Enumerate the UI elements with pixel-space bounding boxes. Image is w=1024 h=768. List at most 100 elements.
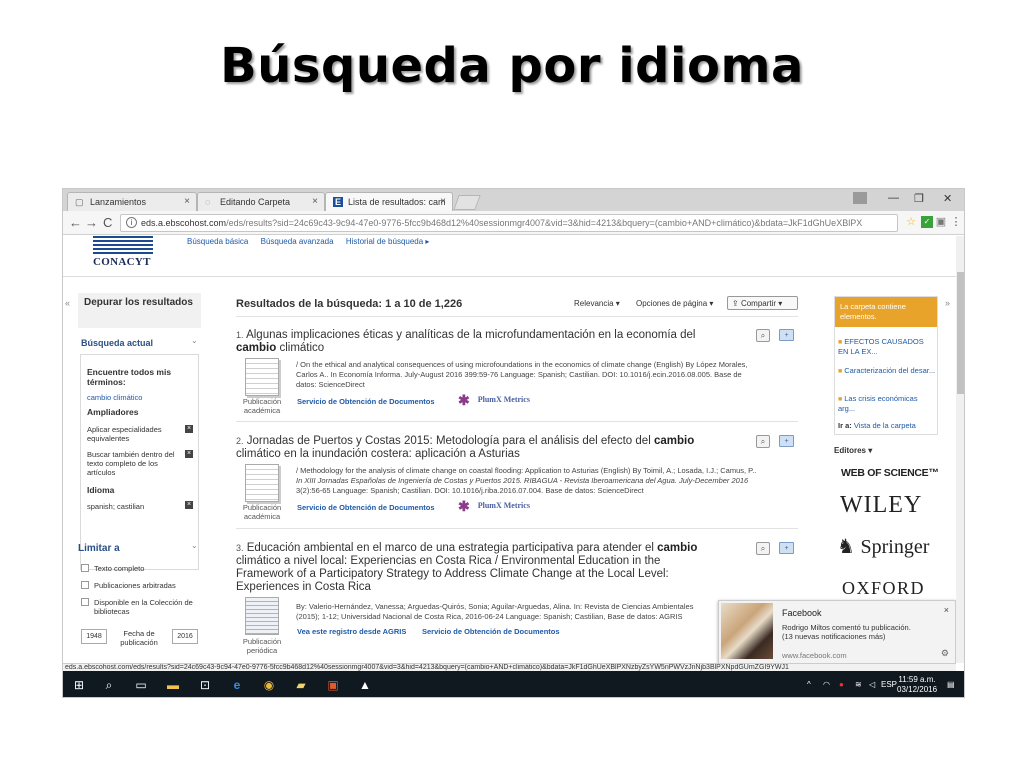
folder-item[interactable]: ■ Las crisis económicas arg...	[838, 394, 936, 413]
store-icon[interactable]: ⊡	[197, 677, 213, 693]
network-icon[interactable]: ◠	[823, 680, 830, 689]
windows-start-icon[interactable]: ⊞	[71, 677, 87, 693]
springer-logo[interactable]: ♞ Springer	[837, 534, 929, 559]
chevron-down-icon[interactable]: ⌄	[191, 336, 198, 345]
maximize-icon[interactable]: ❐	[914, 192, 924, 205]
search-term[interactable]: cambio climático	[87, 393, 142, 402]
document-service-link[interactable]: Servicio de Obtención de Documentos	[297, 397, 435, 406]
collapse-left-icon[interactable]: «	[65, 298, 70, 308]
chrome-icon[interactable]: ◉	[261, 677, 277, 693]
share-icon: ⇪	[732, 299, 741, 308]
document-service-link[interactable]: Servicio de Obtención de Documentos	[422, 627, 560, 636]
chevron-down-icon[interactable]: ⌄	[191, 541, 198, 550]
remove-icon[interactable]: ×	[185, 450, 193, 458]
result-title[interactable]: 1. Algunas implicaciones éticas y analít…	[236, 329, 736, 355]
language-indicator[interactable]: ESP	[881, 680, 897, 689]
wifi-icon[interactable]: ≋	[855, 680, 862, 689]
folder-icon[interactable]: ▰	[293, 677, 309, 693]
photos-icon[interactable]: ▲	[357, 677, 373, 693]
limit-heading[interactable]: Limitar a	[78, 543, 120, 554]
wiley-logo[interactable]: WILEY	[840, 492, 922, 519]
close-icon[interactable]: ×	[184, 196, 190, 207]
notification-line: (13 nuevas notificaciones más)	[782, 632, 886, 641]
current-search-heading[interactable]: Búsqueda actual	[81, 338, 153, 348]
preview-magnifier-icon[interactable]: ⌕	[756, 329, 770, 342]
url-host: eds.a.ebscohost.com	[141, 218, 227, 228]
search-icon[interactable]: ⌕	[101, 677, 117, 693]
add-to-folder-icon[interactable]: +	[779, 435, 794, 447]
preview-magnifier-icon[interactable]: ⌕	[756, 542, 770, 555]
reload-icon[interactable]: C	[103, 215, 112, 230]
task-view-icon[interactable]: ▭	[133, 677, 149, 693]
scrollbar-thumb[interactable]	[957, 272, 964, 394]
url-field[interactable]: i eds.a.ebscohost.com/eds/results?sid=24…	[120, 214, 898, 232]
antivirus-icon[interactable]: ●	[839, 680, 844, 689]
info-icon[interactable]: i	[126, 217, 137, 228]
link-busqueda-basica[interactable]: Búsqueda básica	[187, 237, 248, 246]
folder-item[interactable]: ■ Caracterización del desar...	[838, 366, 936, 376]
remove-icon[interactable]: ×	[185, 501, 193, 509]
gear-icon[interactable]: ⚙	[941, 648, 949, 659]
tab-editando-carpeta[interactable]: ◌ Editando Carpeta ×	[197, 192, 325, 211]
oxford-logo[interactable]: OXFORD	[842, 578, 925, 599]
academic-journal-icon[interactable]	[245, 358, 279, 396]
share-button[interactable]: ⇪ Compartir ▾	[727, 296, 798, 310]
clock[interactable]: 11:59 a.m. 03/12/2016	[897, 675, 937, 695]
close-icon[interactable]: ×	[312, 196, 318, 207]
lock-extension-icon[interactable]: ▣	[935, 216, 947, 228]
year-from-input[interactable]: 1948	[81, 629, 107, 644]
close-window-icon[interactable]: ✕	[943, 192, 952, 205]
notifications-icon[interactable]: ▤	[947, 680, 955, 689]
full-text-checkbox[interactable]	[81, 564, 89, 572]
forward-arrow-icon[interactable]: →	[85, 215, 98, 230]
sort-dropdown[interactable]: Relevancia ▾	[574, 299, 620, 308]
peer-reviewed-checkbox[interactable]	[81, 581, 89, 589]
bullet-icon: ■	[838, 368, 843, 375]
tab-lista-resultados[interactable]: E Lista de resultados: cam ×	[325, 192, 453, 211]
powerpoint-icon[interactable]: ▣	[325, 677, 341, 693]
edge-icon[interactable]: e	[229, 677, 245, 693]
add-to-folder-icon[interactable]: +	[779, 542, 794, 554]
academic-journal-icon[interactable]	[245, 464, 279, 502]
minimize-icon[interactable]: —	[888, 192, 899, 204]
publication-type: Publicación académica	[242, 397, 282, 415]
volume-icon[interactable]: ◁	[869, 680, 875, 689]
remove-icon[interactable]: ×	[185, 425, 193, 433]
folder-item[interactable]: ■ EFECTOS CAUSADOS EN LA EX...	[838, 337, 936, 356]
back-arrow-icon[interactable]: ←	[69, 215, 82, 230]
extension-icon[interactable]: ✓	[921, 216, 933, 228]
web-of-science-logo[interactable]: WEB OF SCIENCE™	[841, 467, 939, 479]
result-title[interactable]: 3. Educación ambiental en el marco de un…	[236, 542, 706, 594]
vertical-scrollbar[interactable]	[956, 236, 964, 663]
logo-mark	[93, 236, 153, 254]
expanders-label: Ampliadores	[87, 407, 139, 417]
link-busqueda-avanzada[interactable]: Búsqueda avanzada	[261, 237, 334, 246]
periodical-icon[interactable]	[245, 597, 279, 635]
agris-link[interactable]: Vea este registro desde AGRIS	[297, 627, 406, 636]
close-icon[interactable]: ×	[944, 605, 949, 615]
menu-icon[interactable]: ⋮	[950, 216, 962, 228]
conacyt-logo[interactable]: CONACYT	[93, 236, 153, 268]
bookmark-star-icon[interactable]: ☆	[905, 216, 917, 228]
language-value: spanish; castilian	[87, 502, 145, 511]
user-icon[interactable]	[853, 192, 867, 204]
page-options-dropdown[interactable]: Opciones de página ▾	[636, 299, 713, 308]
link-historial[interactable]: Historial de búsqueda ▸	[346, 237, 430, 246]
tray-caret-icon[interactable]: ^	[807, 680, 811, 689]
add-to-folder-icon[interactable]: +	[779, 329, 794, 341]
library-collection-checkbox[interactable]	[81, 598, 89, 606]
new-tab-button[interactable]	[453, 195, 481, 210]
tab-lanzamientos[interactable]: ▢ Lanzamientos ×	[67, 192, 197, 211]
plumx-link[interactable]: ✱ PlumX Metrics	[458, 393, 530, 410]
close-icon[interactable]: ×	[440, 196, 446, 207]
folder-view-link[interactable]: Vista de la carpeta	[854, 421, 916, 430]
editors-dropdown[interactable]: Editores ▾	[834, 446, 872, 455]
plumx-link[interactable]: ✱ PlumX Metrics	[458, 499, 530, 516]
file-explorer-icon[interactable]: ▬	[165, 677, 181, 693]
result-title[interactable]: 2. Jornadas de Puertos y Costas 2015: Me…	[236, 435, 736, 461]
preview-magnifier-icon[interactable]: ⌕	[756, 435, 770, 448]
year-to-input[interactable]: 2016	[172, 629, 198, 644]
facebook-notification[interactable]: Facebook × Rodrigo Miltos comentó tu pub…	[718, 600, 956, 663]
collapse-right-icon[interactable]: »	[945, 298, 950, 308]
document-service-link[interactable]: Servicio de Obtención de Documentos	[297, 503, 435, 512]
